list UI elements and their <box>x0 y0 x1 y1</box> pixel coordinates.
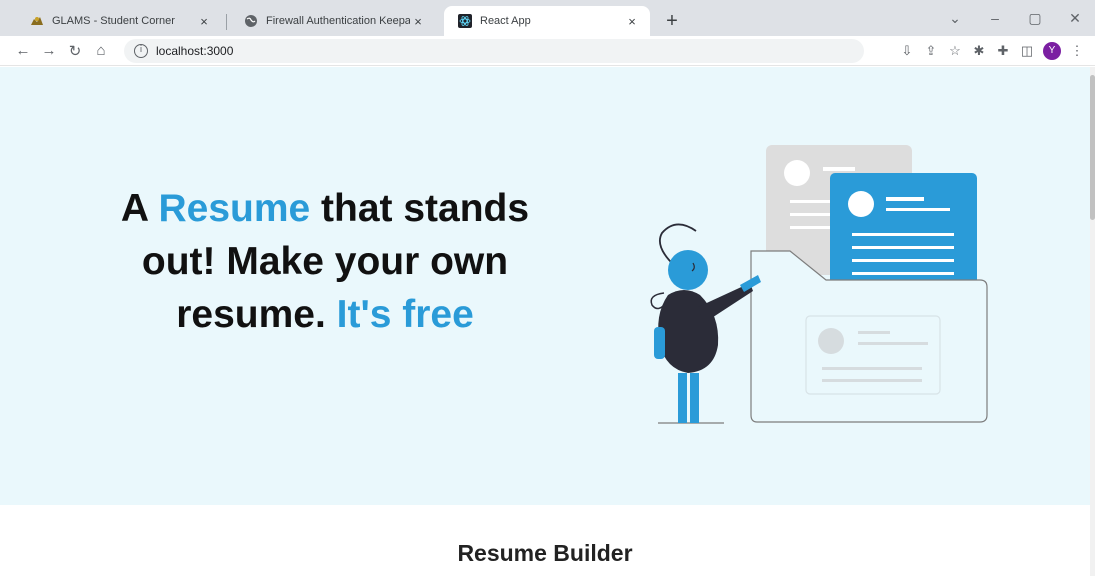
resume-illustration <box>640 145 1000 440</box>
blue-resume-card <box>830 173 977 288</box>
section-title: Resume Builder <box>457 540 633 566</box>
tab-glams[interactable]: GLAMS - Student Corner × <box>16 6 227 36</box>
hero-heading: A Resume that stands out! Make your own … <box>120 182 530 341</box>
hero-section: A Resume that stands out! Make your own … <box>0 67 1090 505</box>
site-info-icon[interactable]: i <box>134 43 148 58</box>
close-icon[interactable]: × <box>624 14 640 29</box>
menu-kebab-icon[interactable]: ⋮ <box>1065 43 1089 59</box>
window-close-icon[interactable]: ✕ <box>1055 10 1095 27</box>
tab-firewall[interactable]: Firewall Authentication Keepalive × <box>230 6 436 36</box>
back-icon[interactable]: ← <box>10 42 36 59</box>
tab-separator <box>226 14 227 30</box>
restore-icon[interactable]: ▢ <box>1015 10 1055 27</box>
toolbar-actions: ⇩ ⇪ ☆ ✱ ✚ ◫ Y ⋮ <box>895 41 1095 60</box>
browser-toolbar: ← → ↻ ⌂ i localhost:3000 ⇩ ⇪ ☆ ✱ ✚ ◫ Y ⋮ <box>0 36 1095 66</box>
install-app-icon[interactable]: ⇩ <box>895 43 919 59</box>
browser-tab-strip: GLAMS - Student Corner × Firewall Authen… <box>0 0 1095 36</box>
extensions-puzzle-icon[interactable]: ✚ <box>991 43 1015 59</box>
globe-icon <box>244 14 258 28</box>
tab-title: GLAMS - Student Corner <box>52 15 175 27</box>
close-icon[interactable]: × <box>196 14 212 29</box>
glams-favicon-icon <box>30 14 44 28</box>
tab-react-app[interactable]: React App × <box>444 6 650 36</box>
reload-icon[interactable]: ↻ <box>62 42 88 60</box>
heading-text: A <box>120 187 159 230</box>
new-tab-button[interactable]: + <box>660 6 684 36</box>
forward-icon[interactable]: → <box>36 42 62 59</box>
react-favicon-icon <box>458 14 472 28</box>
share-icon[interactable]: ⇪ <box>919 43 943 59</box>
window-controls: ⌄ – ▢ ✕ <box>935 0 1095 36</box>
avatar[interactable]: Y <box>1043 41 1061 60</box>
tab-search-icon[interactable]: ⌄ <box>935 10 975 27</box>
address-text: localhost:3000 <box>156 43 234 58</box>
bookmark-star-icon[interactable]: ☆ <box>943 43 967 59</box>
heading-accent-free: It's free <box>336 293 474 336</box>
heading-accent-resume: Resume <box>158 187 311 230</box>
extension-bug-icon[interactable]: ✱ <box>967 43 991 59</box>
side-panel-icon[interactable]: ◫ <box>1015 43 1039 59</box>
minimize-icon[interactable]: – <box>975 10 1015 26</box>
close-icon[interactable]: × <box>410 14 426 29</box>
home-icon[interactable]: ⌂ <box>88 42 114 59</box>
tab-title: React App <box>480 15 531 27</box>
tab-title: Firewall Authentication Keepalive <box>266 15 410 27</box>
scrollbar-thumb[interactable] <box>1090 75 1095 220</box>
address-bar[interactable]: i localhost:3000 <box>124 38 864 63</box>
